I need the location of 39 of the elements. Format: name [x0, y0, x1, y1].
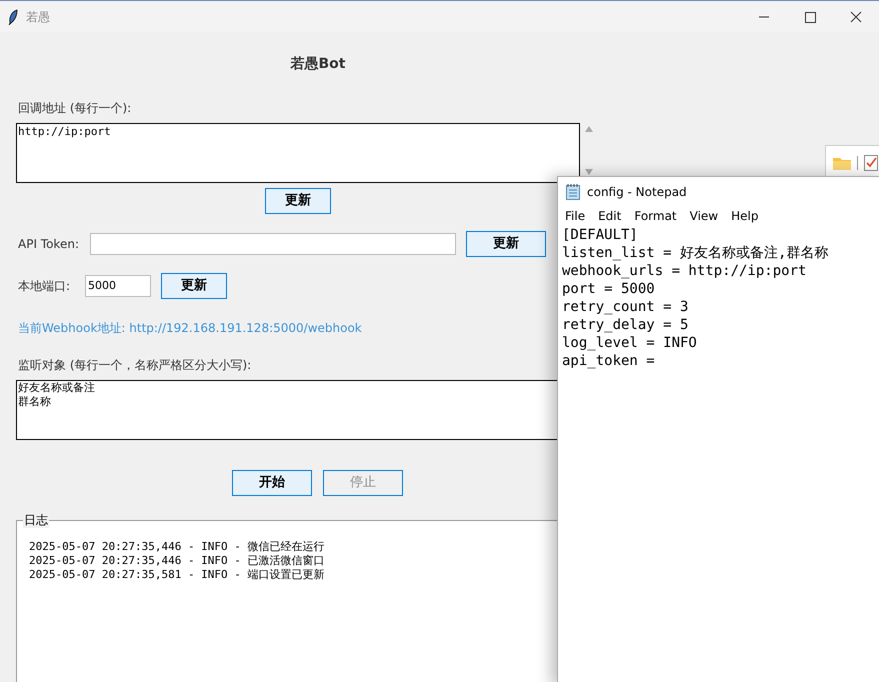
config-line: api_token = [562, 352, 656, 370]
folder-icon[interactable] [833, 156, 851, 170]
listen-textarea[interactable]: 好友名称或备注 群名称 [16, 380, 557, 440]
menu-item[interactable]: Help [731, 207, 758, 225]
config-line: port = 5000 [562, 280, 656, 298]
menu-item[interactable]: Format [634, 207, 677, 225]
menu-item[interactable]: Edit [598, 207, 622, 225]
feather-icon [8, 8, 18, 24]
config-line: log_level = INFO [562, 334, 698, 352]
start-button[interactable]: 开始 [232, 470, 312, 496]
checklist-icon[interactable] [864, 154, 878, 170]
notepad-title: config - Notepad [587, 184, 687, 200]
scroll-up-icon[interactable] [585, 126, 593, 132]
update-button[interactable]: 更新 [265, 188, 331, 214]
app-heading: 若愚Bot [290, 55, 346, 74]
callback-label: 回调地址 (每行一个): [18, 100, 132, 117]
api-token-label: API Token: [18, 236, 80, 253]
callback-textarea[interactable]: http://ip:port [16, 123, 580, 183]
port-field[interactable]: 5000 [85, 275, 151, 297]
menu-item[interactable]: View [690, 207, 718, 225]
update-button[interactable]: 更新 [466, 231, 546, 257]
api-token-field[interactable] [90, 233, 456, 255]
listen-entry: 好友名称或备注 [18, 381, 96, 395]
config-line: webhook_urls = http://ip:port [562, 262, 808, 280]
config-line: retry_delay = 5 [562, 316, 690, 334]
update-button[interactable]: 更新 [161, 273, 227, 299]
menu-item[interactable]: File [565, 207, 586, 225]
config-line: listen_list = 好友名称或备注,群名称 [562, 244, 830, 262]
log-line: 2025-05-07 20:27:35,581 - INFO - 端口设置已更新 [29, 568, 326, 582]
listen-entry: 群名称 [18, 395, 52, 409]
notepad-icon [566, 184, 580, 200]
config-line: [DEFAULT] [562, 226, 639, 244]
window-title: 若愚 [26, 8, 50, 26]
port-label: 本地端口: [18, 278, 72, 295]
config-line: retry_count = 3 [562, 298, 690, 316]
log-line: 2025-05-07 20:27:35,446 - INFO - 微信已经在运行 [29, 540, 326, 554]
log-line: 2025-05-07 20:27:35,446 - INFO - 已激活微信窗口 [29, 554, 326, 568]
listen-label: 监听对象 (每行一个，名称严格区分大小写): [18, 357, 252, 374]
log-title: 日志 [23, 512, 49, 528]
